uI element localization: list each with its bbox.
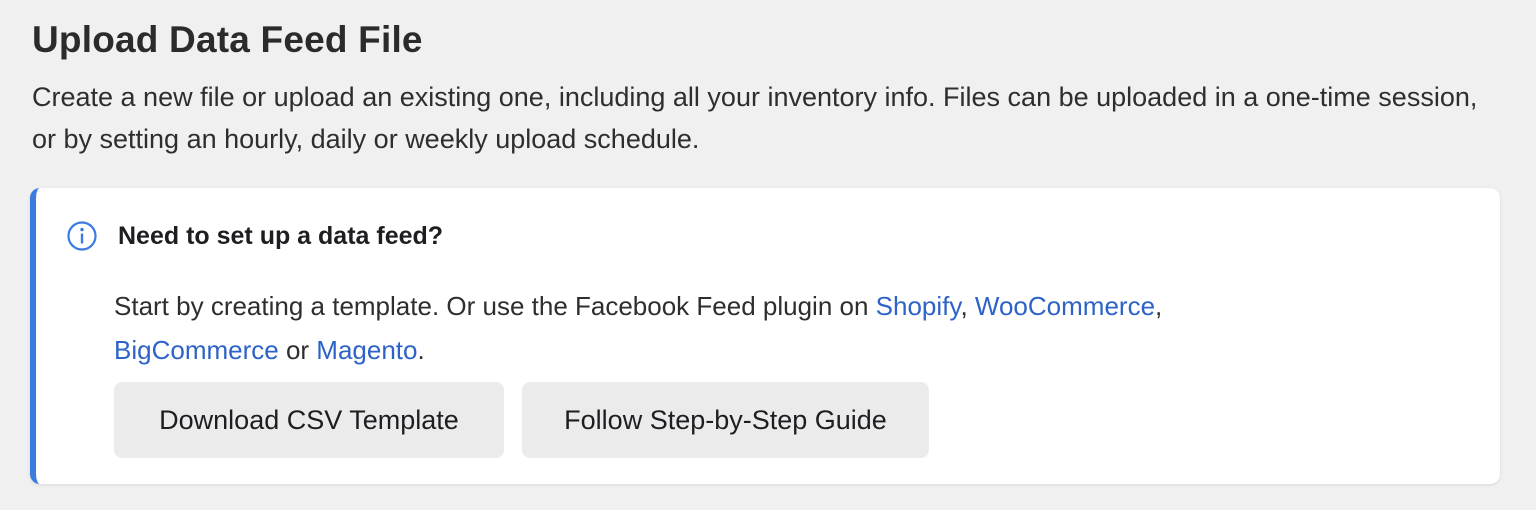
magento-link[interactable]: Magento xyxy=(316,335,417,365)
woocommerce-link[interactable]: WooCommerce xyxy=(975,291,1155,321)
info-card-header: Need to set up a data feed? xyxy=(66,220,443,252)
body-text-start: Start by creating a template. Or use the… xyxy=(114,291,876,321)
step-by-step-guide-button[interactable]: Follow Step-by-Step Guide xyxy=(522,382,929,458)
info-card-title: Need to set up a data feed? xyxy=(118,222,444,250)
body-separator-comma: , xyxy=(1155,291,1163,321)
body-end: . xyxy=(417,335,425,365)
info-card-actions: Download CSV Template Follow Step-by-Ste… xyxy=(114,382,929,458)
shopify-link[interactable]: Shopify xyxy=(876,291,961,321)
body-separator-comma: , xyxy=(960,291,975,321)
upload-data-feed-page: Upload Data Feed File Create a new file … xyxy=(0,0,1536,510)
body-separator-or: or xyxy=(278,335,317,365)
download-csv-template-button[interactable]: Download CSV Template xyxy=(114,382,504,458)
info-card: Need to set up a data feed? Start by cre… xyxy=(30,188,1500,484)
info-icon xyxy=(66,220,98,252)
bigcommerce-link[interactable]: BigCommerce xyxy=(114,335,279,365)
page-title: Upload Data Feed File xyxy=(32,19,423,60)
page-description: Create a new file or upload an existing … xyxy=(32,82,1478,154)
info-card-body: Start by creating a template. Or use the… xyxy=(114,284,1414,372)
